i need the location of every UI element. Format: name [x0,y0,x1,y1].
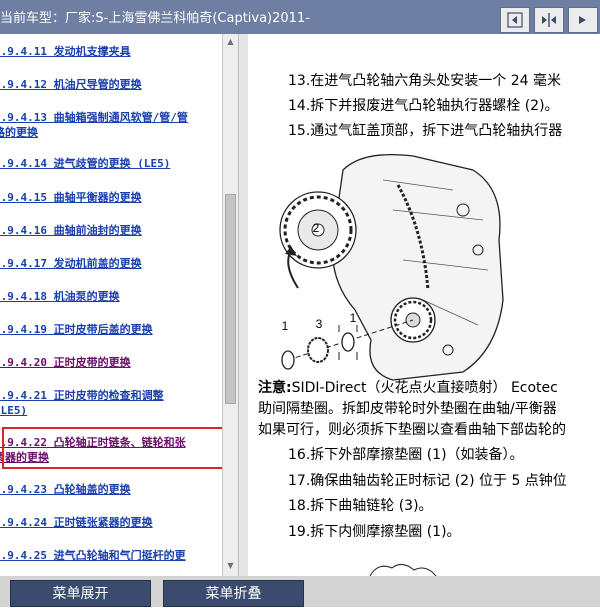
collapse-menu-button[interactable]: 菜单折叠 [163,580,304,607]
toc-item-visited[interactable]: 0.9.4.20 正时皮带的更换 [0,355,216,370]
pane-splitter[interactable] [238,34,248,576]
prev-page-button[interactable] [500,7,530,33]
toc-item[interactable]: 0.9.4.19 正时皮带后盖的更换 [0,322,216,337]
step-13: 13.在进气凸轮轴六角头处安装一个 24 毫米 [288,73,561,89]
note-line: 如果可行，则必须拆下垫圈以查看曲轴下部齿轮的 [258,422,566,438]
toc-item[interactable]: 0.9.4.21 正时皮带的检查和调整 [0,388,216,403]
step-15: 15.通过气缸盖顶部，拆下进气凸轮轴执行器 [288,123,563,139]
figure-label: 2 [313,221,320,235]
toc-item[interactable]: 0.9.4.15 曲轴平衡器的更换 [0,190,216,205]
note-text: SIDI-Direct（火花点火直接喷射） Ecotec [291,380,558,396]
selected-item-highlight [2,427,227,469]
engine-timing-illustration: 2 1 3 1 [279,153,504,381]
fit-width-button[interactable] [534,7,564,33]
prev-page-icon [507,12,523,28]
toc-scrollbar[interactable]: ▲ ▼ [222,34,238,576]
toc-item[interactable]: 0.9.4.12 机油尺导管的更换 [0,77,216,92]
toc-item[interactable]: (LE5) [0,403,216,418]
next-figure-preview [369,564,437,576]
fit-width-icon [540,12,558,28]
toc-item[interactable]: 0.9.4.23 凸轮轴盖的更换 [0,482,216,497]
table-of-contents: 0.9.4.11 发动机支撑夹具 0.9.4.12 机油尺导管的更换 0.9.4… [0,34,222,576]
scroll-down-icon[interactable]: ▼ [225,560,236,572]
bottom-toolbar: 菜单展开 菜单折叠 [0,576,600,607]
note-prefix: 注意: [258,380,292,396]
next-icon [575,12,591,28]
toc-item[interactable]: 路的更换 [0,125,216,140]
toc-item[interactable]: 0.9.4.24 正时链张紧器的更换 [0,515,216,530]
note-line: 助间隔垫圈。拆卸皮带轮时外垫圈在曲轴/平衡器 [258,401,557,417]
title-bar: 当前车型：厂家:S-上海雪佛兰科帕奇(Captiva)2011- [0,0,600,34]
toc-item[interactable]: 0.9.4.16 曲轴前油封的更换 [0,223,216,238]
figure-label: 1 [282,319,289,333]
step-18: 18.拆下曲轴链轮 (3)。 [288,498,433,514]
step-14: 14.拆下并报废进气凸轮轴执行器螺栓 (2)。 [288,98,559,114]
toc-item[interactable]: 0.9.4.17 发动机前盖的更换 [0,256,216,271]
current-vehicle-title: 当前车型：厂家:S-上海雪佛兰科帕奇(Captiva)2011- [0,11,310,26]
scroll-thumb[interactable] [225,194,236,404]
toc-item[interactable]: 0.9.4.18 机油泵的更换 [0,289,216,304]
toc-item[interactable]: 0.9.4.25 进气凸轮轴和气门挺杆的更 [0,548,216,563]
next-button[interactable] [568,7,598,33]
expand-menu-button[interactable]: 菜单展开 [10,580,151,607]
step-16: 16.拆下外部摩擦垫圈 (1)（如装备）。 [288,447,524,463]
toc-item[interactable]: 0.9.4.13 曲轴箱强制通风软管/管/管 [0,110,216,125]
toc-item[interactable]: 0.9.4.14 进气歧管的更换 (LE5) [0,156,216,171]
content-pane: 13.在进气凸轮轴六角头处安装一个 24 毫米 14.拆下并报废进气凸轮轴执行器… [248,34,600,576]
note-line: 注意:SIDI-Direct（火花点火直接喷射） Ecotec [258,377,558,397]
step-17: 17.确保曲轴齿轮正时标记 (2) 位于 5 点钟位 [288,473,567,489]
figure-label: 3 [316,317,323,331]
toc-item[interactable]: 0.9.4.11 发动机支撑夹具 [0,44,216,59]
figure-label: 1 [350,311,357,325]
step-19: 19.拆下内侧摩擦垫圈 (1)。 [288,524,461,540]
scroll-up-icon[interactable]: ▲ [225,36,236,48]
